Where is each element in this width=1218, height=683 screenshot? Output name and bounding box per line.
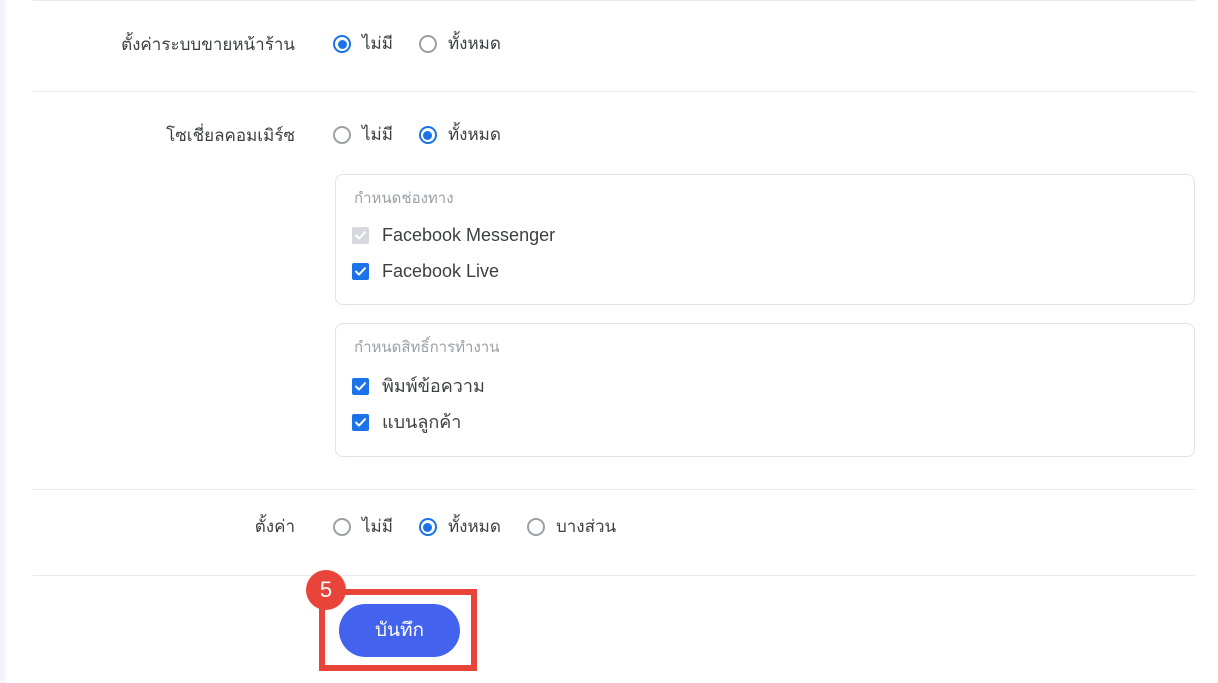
radio-label: ไม่มี [362, 34, 393, 53]
radio-dot-icon [418, 518, 437, 536]
radio-label: ไม่มี [362, 125, 393, 144]
checkbox-label: พิมพ์ข้อความ [382, 376, 485, 396]
check-icon [352, 226, 369, 244]
checkbox-facebook-live[interactable]: Facebook Live [352, 259, 499, 283]
settings-form-page: ตั้งค่าระบบขายหน้าร้าน ไม่มี ทั้งหมด โซเ… [5, 0, 1218, 683]
divider-above-footer [33, 575, 1195, 576]
radio-settings-partial[interactable]: บางส่วน [526, 516, 617, 538]
row-label-pos: ตั้งค่าระบบขายหน้าร้าน [121, 35, 295, 54]
radio-label: บางส่วน [555, 517, 617, 536]
radio-settings-none[interactable]: ไม่มี [333, 516, 393, 538]
radio-pos-none[interactable]: ไม่มี [333, 33, 393, 55]
checkbox-send-message[interactable]: พิมพ์ข้อความ [352, 374, 485, 398]
row-label-settings: ตั้งค่า [254, 517, 295, 536]
fieldset-permissions-legend: กำหนดสิทธิ์การทำงาน [354, 339, 500, 356]
radio-social-all[interactable]: ทั้งหมด [418, 124, 501, 146]
radio-dot-icon [526, 518, 545, 536]
radio-dot-icon [333, 126, 351, 144]
fieldset-channels: กำหนดช่องทาง Facebook Messenger Facebook… [335, 174, 1195, 305]
radio-dot-icon [333, 35, 351, 53]
radio-group-settings: ไม่มี ทั้งหมด บางส่วน [333, 516, 616, 538]
save-button[interactable]: บันทึก [339, 604, 460, 657]
divider-after-pos [33, 91, 1195, 92]
radio-dot-icon [418, 126, 437, 144]
checkbox-facebook-messenger: Facebook Messenger [352, 223, 555, 247]
radio-dot-icon [418, 35, 437, 53]
divider-after-social [33, 489, 1195, 490]
annotation-step-badge: 5 [306, 570, 346, 610]
radio-dot-icon [333, 518, 351, 536]
fieldset-channels-legend: กำหนดช่องทาง [354, 190, 454, 207]
check-icon [352, 413, 369, 431]
radio-group-social-commerce: ไม่มี ทั้งหมด [333, 124, 501, 146]
radio-group-pos: ไม่มี ทั้งหมด [333, 33, 501, 55]
radio-label: ทั้งหมด [447, 517, 501, 536]
radio-social-none[interactable]: ไม่มี [333, 124, 393, 146]
radio-label: ไม่มี [362, 517, 393, 536]
radio-label: ทั้งหมด [447, 34, 501, 53]
checkbox-label: Facebook Messenger [382, 225, 556, 245]
fieldset-permissions: กำหนดสิทธิ์การทำงาน พิมพ์ข้อความ แบนลูกค… [335, 323, 1195, 457]
checkbox-label: Facebook Live [382, 261, 500, 281]
checkbox-ban-customer[interactable]: แบนลูกค้า [352, 410, 461, 434]
divider-top [33, 0, 1195, 1]
check-icon [352, 262, 369, 280]
row-label-social-commerce: โซเชี่ยลคอมเมิร์ซ [166, 126, 295, 145]
radio-pos-all[interactable]: ทั้งหมด [418, 33, 501, 55]
radio-label: ทั้งหมด [447, 125, 501, 144]
checkbox-label: แบนลูกค้า [382, 412, 462, 432]
check-icon [352, 377, 369, 395]
radio-settings-all[interactable]: ทั้งหมด [418, 516, 501, 538]
